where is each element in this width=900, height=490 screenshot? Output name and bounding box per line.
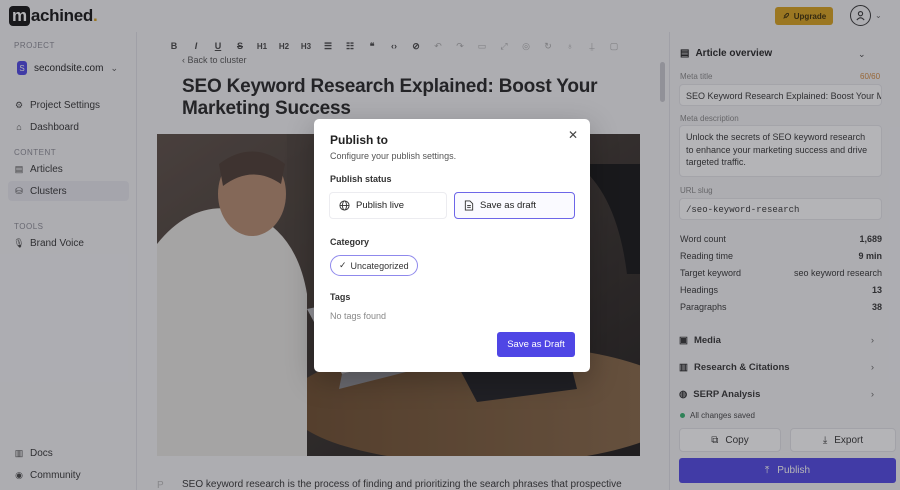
check-icon: ✓ xyxy=(339,260,347,270)
save-as-draft-label: Save as draft xyxy=(480,200,536,211)
publish-status-label: Publish status xyxy=(330,174,392,184)
modal-subtitle: Configure your publish settings. xyxy=(330,151,457,161)
save-as-draft-option[interactable]: Save as draft xyxy=(454,192,575,219)
category-chip-label: Uncategorized xyxy=(350,260,409,271)
modal-title: Publish to xyxy=(330,133,388,147)
save-as-draft-button[interactable]: Save as Draft xyxy=(497,332,575,357)
globe-icon xyxy=(339,200,350,211)
category-label: Category xyxy=(330,237,370,247)
publish-live-label: Publish live xyxy=(356,200,405,211)
tags-empty-message: No tags found xyxy=(330,311,387,321)
publish-modal: Publish to Configure your publish settin… xyxy=(314,119,590,372)
tags-label: Tags xyxy=(330,292,351,302)
category-chip[interactable]: ✓ Uncategorized xyxy=(330,255,418,276)
document-icon xyxy=(464,200,474,211)
publish-live-option[interactable]: Publish live xyxy=(329,192,447,219)
close-icon[interactable]: ✕ xyxy=(568,128,578,142)
